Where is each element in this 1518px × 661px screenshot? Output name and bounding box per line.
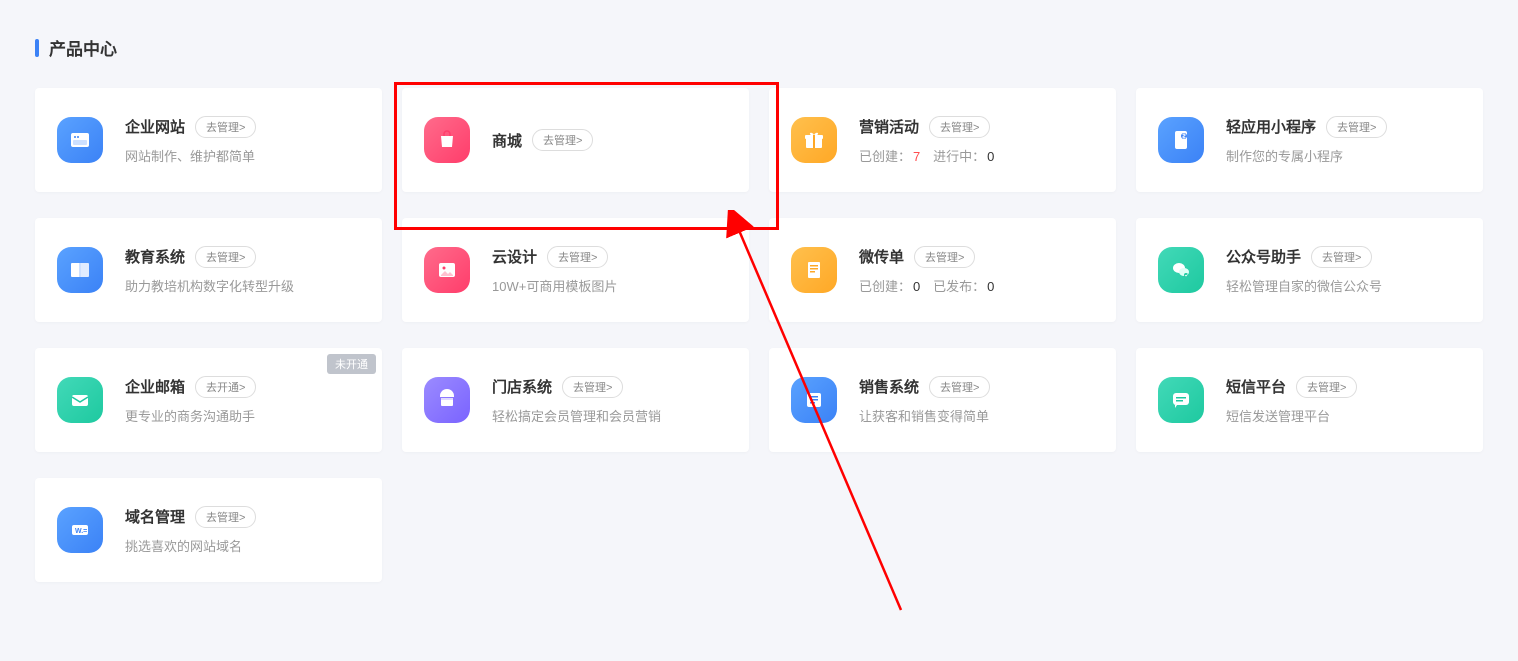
- manage-button[interactable]: 去管理>: [929, 116, 990, 138]
- manage-button[interactable]: 去管理>: [195, 246, 256, 268]
- mail-icon: [57, 377, 103, 423]
- card-miniprogram[interactable]: 轻应用小程序 去管理> 制作您的专属小程序: [1136, 88, 1483, 192]
- card-subtitle: 10W+可商用模板图片: [492, 276, 727, 295]
- manage-button[interactable]: 去管理>: [562, 376, 623, 398]
- card-subtitle: 助力教培机构数字化转型升级: [125, 276, 360, 295]
- card-subtitle: 让获客和销售变得简单: [859, 406, 1094, 425]
- card-stats: 已创建：7 进行中：0: [859, 146, 1094, 165]
- card-subtitle: 轻松管理自家的微信公众号: [1226, 276, 1461, 295]
- card-title: 公众号助手: [1226, 246, 1301, 267]
- manage-button[interactable]: 去管理>: [1296, 376, 1357, 398]
- card-sales-system[interactable]: 销售系统 去管理> 让获客和销售变得简单: [769, 348, 1116, 452]
- card-title: 销售系统: [859, 376, 919, 397]
- domain-icon: W.=: [57, 507, 103, 553]
- card-marketing[interactable]: 营销活动 去管理> 已创建：7 进行中：0: [769, 88, 1116, 192]
- card-enterprise-website[interactable]: 企业网站 去管理> 网站制作、维护都简单: [35, 88, 382, 192]
- card-title: 营销活动: [859, 116, 919, 137]
- store-icon: [424, 377, 470, 423]
- manage-button[interactable]: 去管理>: [914, 246, 975, 268]
- message-icon: [1158, 377, 1204, 423]
- gift-icon: [791, 117, 837, 163]
- card-cloud-design[interactable]: 云设计 去管理> 10W+可商用模板图片: [402, 218, 749, 322]
- manage-button[interactable]: 去管理>: [195, 506, 256, 528]
- image-icon: [424, 247, 470, 293]
- card-subtitle: 制作您的专属小程序: [1226, 146, 1461, 165]
- card-subtitle: 网站制作、维护都简单: [125, 146, 360, 165]
- book-icon: [57, 247, 103, 293]
- card-title: 微传单: [859, 246, 904, 267]
- svg-text:W.=: W.=: [75, 528, 87, 535]
- manage-button[interactable]: 去管理>: [929, 376, 990, 398]
- shopping-bag-icon: [424, 117, 470, 163]
- chat-icon: [1158, 247, 1204, 293]
- card-enterprise-mail[interactable]: 未开通 企业邮箱 去开通> 更专业的商务沟通助手: [35, 348, 382, 452]
- card-title: 门店系统: [492, 376, 552, 397]
- card-title: 云设计: [492, 246, 537, 267]
- phone-app-icon: [1158, 117, 1204, 163]
- not-opened-badge: 未开通: [327, 354, 376, 374]
- card-store-system[interactable]: 门店系统 去管理> 轻松搞定会员管理和会员营销: [402, 348, 749, 452]
- card-title: 企业邮箱: [125, 376, 185, 397]
- product-grid: 企业网站 去管理> 网站制作、维护都简单 商城 去管理> 营销活动 去管理>: [35, 88, 1483, 582]
- card-subtitle: 轻松搞定会员管理和会员营销: [492, 406, 727, 425]
- card-wechat-assistant[interactable]: 公众号助手 去管理> 轻松管理自家的微信公众号: [1136, 218, 1483, 322]
- card-subtitle: 短信发送管理平台: [1226, 406, 1461, 425]
- card-title: 短信平台: [1226, 376, 1286, 397]
- manage-button[interactable]: 去管理>: [195, 116, 256, 138]
- section-title: 产品中心: [49, 35, 117, 60]
- card-stats: 已创建：0 已发布：0: [859, 276, 1094, 295]
- card-title: 轻应用小程序: [1226, 116, 1316, 137]
- card-subtitle: 更专业的商务沟通助手: [125, 406, 360, 425]
- card-mall[interactable]: 商城 去管理>: [402, 88, 749, 192]
- open-button[interactable]: 去开通>: [195, 376, 256, 398]
- card-title: 教育系统: [125, 246, 185, 267]
- card-title: 企业网站: [125, 116, 185, 137]
- section-header: 产品中心: [35, 35, 1483, 60]
- manage-button[interactable]: 去管理>: [547, 246, 608, 268]
- card-title: 商城: [492, 130, 522, 151]
- list-icon: [791, 377, 837, 423]
- card-title: 域名管理: [125, 506, 185, 527]
- window-icon: [57, 117, 103, 163]
- card-subtitle: 挑选喜欢的网站域名: [125, 536, 360, 555]
- manage-button[interactable]: 去管理>: [1311, 246, 1372, 268]
- card-flyer[interactable]: 微传单 去管理> 已创建：0 已发布：0: [769, 218, 1116, 322]
- document-icon: [791, 247, 837, 293]
- card-domain-management[interactable]: W.= 域名管理 去管理> 挑选喜欢的网站域名: [35, 478, 382, 582]
- card-education[interactable]: 教育系统 去管理> 助力教培机构数字化转型升级: [35, 218, 382, 322]
- card-sms-platform[interactable]: 短信平台 去管理> 短信发送管理平台: [1136, 348, 1483, 452]
- manage-button[interactable]: 去管理>: [532, 129, 593, 151]
- manage-button[interactable]: 去管理>: [1326, 116, 1387, 138]
- section-bar-icon: [35, 39, 39, 57]
